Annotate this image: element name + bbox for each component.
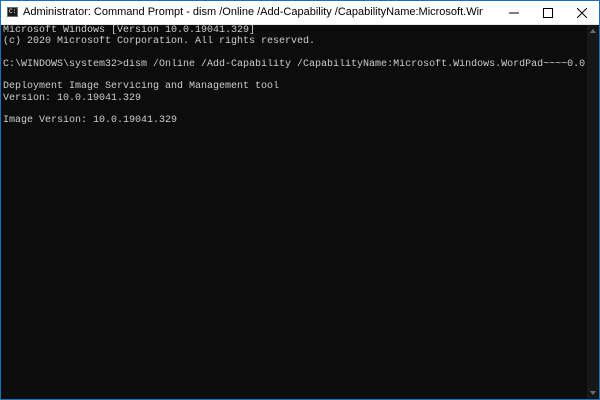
scroll-up-icon[interactable] bbox=[590, 29, 596, 33]
close-button[interactable] bbox=[565, 1, 599, 24]
maximize-icon bbox=[543, 8, 553, 18]
vertical-scrollbar[interactable] bbox=[587, 25, 599, 399]
title-bar[interactable]: C:\ Administrator: Command Prompt - dism… bbox=[1, 1, 599, 25]
minimize-button[interactable] bbox=[497, 1, 531, 24]
console-line: (c) 2020 Microsoft Corporation. All righ… bbox=[3, 36, 316, 48]
close-icon bbox=[577, 8, 587, 18]
console-line: Version: 10.0.19041.329 bbox=[3, 92, 142, 104]
console-line: Image Version: 10.0.19041.329 bbox=[3, 115, 178, 127]
maximize-button[interactable] bbox=[531, 1, 565, 24]
console-line: Microsoft Windows [Version 10.0.19041.32… bbox=[3, 25, 256, 36]
command-prompt-window: C:\ Administrator: Command Prompt - dism… bbox=[0, 0, 600, 400]
console-line: Deployment Image Servicing and Managemen… bbox=[3, 81, 280, 93]
cmd-icon[interactable]: C:\ bbox=[7, 7, 18, 17]
scroll-down-icon[interactable] bbox=[590, 391, 596, 395]
window-title: Administrator: Command Prompt - dism /On… bbox=[23, 6, 483, 18]
console-output[interactable]: Microsoft Windows [Version 10.0.19041.32… bbox=[1, 25, 587, 399]
minimize-icon bbox=[509, 12, 519, 14]
console-line: C:\WINDOWS\system32>dism /Online /Add-Ca… bbox=[3, 58, 587, 70]
